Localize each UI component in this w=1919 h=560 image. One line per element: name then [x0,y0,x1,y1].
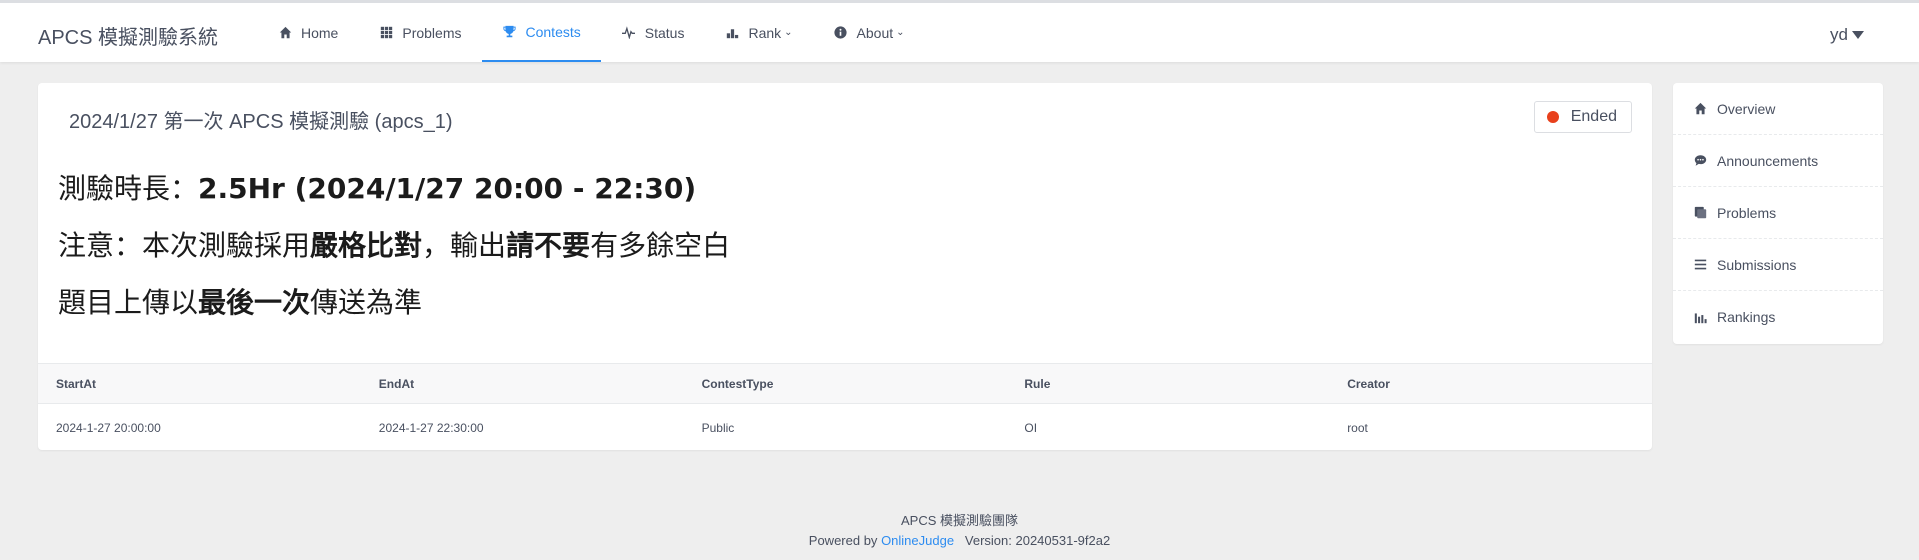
main-nav: Home Problems Contests Status Rank ⌄ Abo… [257,3,925,62]
status-badge: Ended [1533,101,1632,133]
sidebar-item-rankings[interactable]: Rankings [1673,291,1883,343]
chevron-down-icon: ⌄ [784,27,793,38]
desc-text: 有多餘空白 [590,229,731,262]
contest-title: 2024/1/27 第一次 APCS 模擬測驗 (apcs_1) [69,111,453,133]
home-icon [1693,102,1707,116]
table-row: 2024-1-27 20:00:00 2024-1-27 22:30:00 Pu… [38,404,1652,451]
nav-problems-label: Problems [402,24,462,41]
nav-about[interactable]: About ⌄ [813,3,925,62]
nav-contests[interactable]: Contests [481,3,601,62]
table-header-cell: Rule [1024,376,1051,391]
sidebar-item-label: Submissions [1717,256,1797,273]
site-brand[interactable]: APCS 模擬測驗系統 [38,21,218,50]
grid-icon [378,25,394,41]
footer-powered-prefix: Powered by [808,533,878,548]
nav-rank[interactable]: Rank ⌄ [704,3,812,62]
nav-rank-label: Rank [748,24,782,41]
footer-powered: Powered by OnlineJudge Version: 20240531… [0,531,1919,551]
nav-status-label: Status [644,24,685,41]
book-icon [1693,206,1707,220]
sidebar-item-announcements[interactable]: Announcements [1673,135,1883,187]
chat-icon [1693,154,1707,168]
caret-down-icon [1852,31,1864,39]
footer-version: Version: 20240531-9f2a2 [964,533,1111,548]
desc-bold: 2.5Hr (2024/1/27 20:00 - 22:30) [198,172,697,205]
desc-text: ，輸出 [422,229,507,262]
table-header-row: StartAt EndAt ContestType Rule Creator [38,364,1652,404]
sidebar-item-problems[interactable]: Problems [1673,187,1883,239]
nav-home[interactable]: Home [257,3,358,62]
desc-bold: 嚴格比對 [310,229,423,262]
bar-chart-icon [724,25,740,41]
table-header-cell: EndAt [378,376,415,391]
bar-chart-icon [1693,310,1707,324]
desc-text: 注意：本次測驗採用 [58,229,311,262]
sidebar-item-label: Problems [1717,204,1777,221]
table-cell: OI [1024,420,1038,435]
desc-text: 測驗時長： [58,172,199,205]
nav-home-label: Home [301,24,339,41]
contest-sidebar: Overview Announcements Problems Submissi… [1673,83,1883,344]
list-icon [1693,258,1707,272]
home-icon [277,25,293,41]
desc-text: 題目上傳以 [58,286,199,319]
sidebar-item-label: Announcements [1717,152,1819,169]
onlinejudge-link[interactable]: OnlineJudge [881,533,954,548]
desc-bold: 最後一次 [198,286,311,319]
user-menu[interactable]: yd [1830,25,1864,45]
nav-problems[interactable]: Problems [358,3,481,62]
top-navbar: APCS 模擬測驗系統 Home Problems Contests Statu… [0,0,1919,62]
page-footer: APCS 模擬測驗團隊 Powered by OnlineJudge Versi… [0,511,1919,551]
footer-team: APCS 模擬測驗團隊 [900,513,1018,528]
sidebar-item-label: Overview [1717,100,1776,117]
desc-text: 傳送為準 [310,286,423,319]
nav-about-label: About [856,24,894,41]
desc-line-notice: 注意：本次測驗採用嚴格比對，輸出請不要有多餘空白 [58,228,730,264]
trophy-icon [502,24,518,40]
table-header-cell: StartAt [56,376,97,391]
table-cell: Public [701,420,735,435]
info-icon [833,25,849,41]
contest-card: 2024/1/27 第一次 APCS 模擬測驗 (apcs_1) Ended 測… [38,83,1652,450]
contest-info-table: StartAt EndAt ContestType Rule Creator 2… [38,363,1652,451]
pulse-icon [621,25,637,41]
contest-description: 測驗時長：2.5Hr (2024/1/27 20:00 - 22:30) 注意：… [58,171,730,342]
desc-line-duration: 測驗時長：2.5Hr (2024/1/27 20:00 - 22:30) [58,171,730,207]
desc-bold: 請不要 [506,229,591,262]
desc-line-submission: 題目上傳以最後一次傳送為準 [58,285,730,321]
table-cell: 2024-1-27 22:30:00 [378,420,484,435]
sidebar-item-submissions[interactable]: Submissions [1673,239,1883,291]
nav-contests-label: Contests [525,23,581,40]
username: yd [1830,25,1848,44]
nav-status[interactable]: Status [601,3,705,62]
status-dot-icon [1546,111,1559,123]
chevron-down-icon: ⌄ [896,27,905,38]
table-header-cell: Creator [1347,376,1390,391]
sidebar-item-label: Rankings [1717,309,1776,325]
table-cell: 2024-1-27 20:00:00 [56,420,161,435]
sidebar-item-overview[interactable]: Overview [1673,83,1883,135]
table-cell: root [1347,420,1368,435]
table-header-cell: ContestType [701,376,774,391]
status-label: Ended [1570,108,1617,125]
